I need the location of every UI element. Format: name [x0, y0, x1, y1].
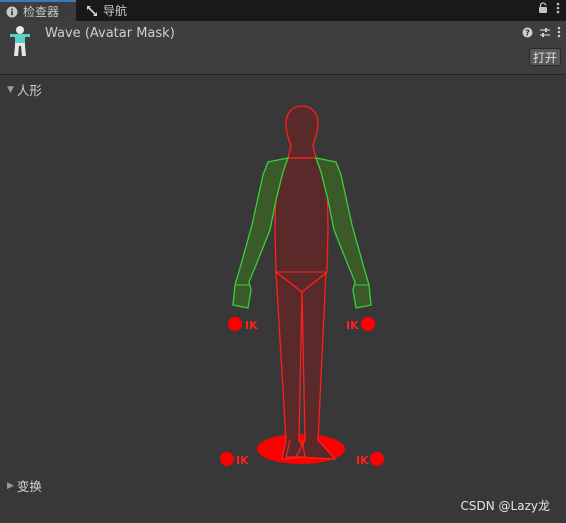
- watermark: CSDN @Lazy龙: [460, 499, 550, 513]
- tab-inspector-label: 检查器: [23, 5, 60, 19]
- info-icon: [6, 6, 18, 18]
- tab-navigation[interactable]: 导航: [80, 0, 152, 21]
- ik-label: IK: [356, 454, 369, 467]
- collapsed-triangle-icon: ▶: [7, 480, 14, 491]
- lock-icon[interactable]: [538, 2, 548, 17]
- kebab-menu-icon[interactable]: [557, 26, 561, 41]
- ik-label: IK: [346, 319, 359, 332]
- inspector-header: Wave (Avatar Mask) ? 打开: [0, 21, 566, 75]
- open-button[interactable]: 打开: [529, 48, 561, 66]
- avatar-body-mask: IK IK IK IK: [220, 105, 384, 467]
- component-title: Wave (Avatar Mask): [45, 26, 175, 41]
- tab-bar: 检查器 导航: [0, 0, 566, 21]
- right-foot-ik[interactable]: IK: [356, 452, 384, 467]
- ik-label: IK: [245, 319, 258, 332]
- expanded-triangle-icon: ▼: [7, 84, 14, 95]
- ik-label: IK: [236, 454, 249, 467]
- kebab-menu-icon[interactable]: [556, 2, 560, 17]
- left-hand-ik[interactable]: IK: [228, 317, 258, 332]
- body-part-head[interactable]: [285, 105, 319, 159]
- svg-text:?: ?: [525, 28, 530, 37]
- avatar-mask-icon: [6, 25, 34, 60]
- tab-inspector[interactable]: 检查器: [0, 0, 76, 21]
- right-hand-ik[interactable]: IK: [346, 317, 375, 332]
- help-icon[interactable]: ?: [522, 27, 533, 41]
- navigation-icon: [86, 5, 98, 17]
- left-foot-ik[interactable]: IK: [220, 452, 249, 467]
- body-part-right-leg[interactable]: [294, 270, 337, 460]
- transform-foldout[interactable]: ▶ 变换: [7, 476, 42, 495]
- transform-label: 变换: [16, 479, 42, 494]
- settings-sliders-icon[interactable]: [539, 27, 551, 41]
- tab-navigation-label: 导航: [103, 4, 128, 18]
